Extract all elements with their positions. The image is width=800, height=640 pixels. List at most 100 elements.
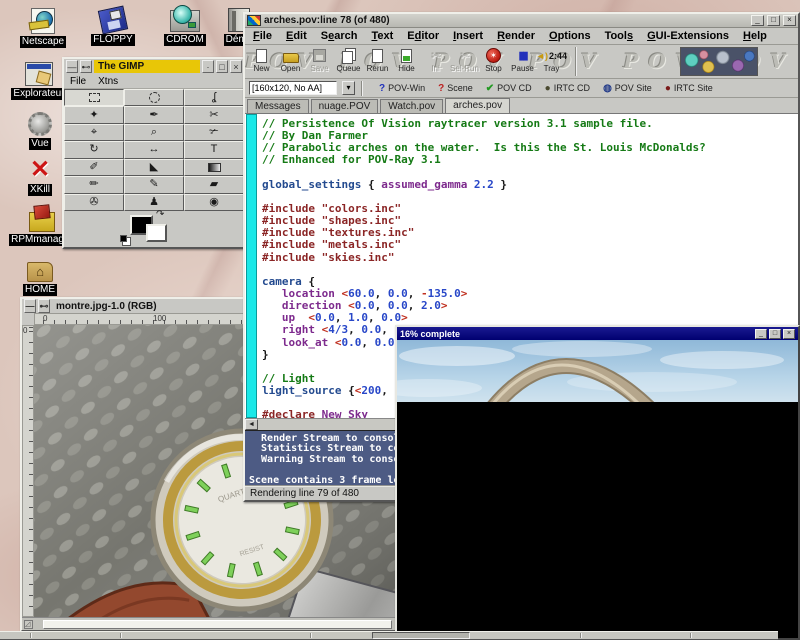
toolbar-new-button[interactable]: New xyxy=(247,46,276,73)
fuzzy-select-tool[interactable]: ✦ xyxy=(64,106,124,123)
irtc-cd-icon: ● xyxy=(545,83,551,94)
paintbrush-tool[interactable]: ✎ xyxy=(124,176,184,193)
eraser-tool[interactable]: ▰ xyxy=(184,176,244,193)
taskbar[interactable] xyxy=(0,631,778,640)
quick-button-pov-cd[interactable]: ✔POV CD xyxy=(486,83,532,94)
menu-tools[interactable]: Tools xyxy=(605,30,634,42)
dropdown-arrow-icon[interactable]: ▾ xyxy=(342,81,355,95)
toolbar-hide-button[interactable]: Hide xyxy=(392,46,421,73)
pin-icon[interactable]: ⊷ xyxy=(80,60,92,73)
airbrush-tool[interactable]: ✇ xyxy=(64,194,124,211)
menu-options[interactable]: Options xyxy=(549,30,591,42)
crop-tool[interactable]: ✃ xyxy=(184,124,244,141)
ellipse-select-tool[interactable] xyxy=(124,89,184,106)
menu-dot-icon[interactable]: · xyxy=(202,60,214,73)
hscroll-thumb[interactable] xyxy=(43,620,392,629)
taskbar-active-button[interactable] xyxy=(372,632,470,639)
shade-icon[interactable]: — xyxy=(66,60,78,73)
quick-button-irtc-site[interactable]: ●IRTC Site xyxy=(665,83,713,94)
quick-button-label: IRTC CD xyxy=(554,83,590,93)
default-colors-icon[interactable] xyxy=(120,235,127,242)
pencil-tool[interactable]: ✏ xyxy=(64,176,124,193)
menu-edit[interactable]: Edit xyxy=(286,30,307,42)
tab-arches-pov[interactable]: arches.pov xyxy=(445,98,510,113)
quick-button-label: POV Site xyxy=(615,83,652,93)
background-color-swatch[interactable] xyxy=(146,224,167,242)
toolbar-queue-button[interactable]: Queue xyxy=(334,46,363,73)
desktop-icon-xkill[interactable]: ✕ XKill xyxy=(12,158,68,196)
pov-cd-icon: ✔ xyxy=(486,83,494,94)
close-icon[interactable]: × xyxy=(230,60,242,73)
menu-render[interactable]: Render xyxy=(497,30,535,42)
minimize-icon[interactable]: _ xyxy=(755,329,767,339)
toolbar-ini-button[interactable]: ✄Ini xyxy=(421,46,450,73)
resize-grip-icon[interactable]: ◿ xyxy=(24,620,33,629)
menu-search[interactable]: Search xyxy=(321,30,358,42)
desktop-icon-floppy[interactable]: FLOPPY xyxy=(84,8,142,46)
maximize-icon[interactable]: □ xyxy=(216,60,228,73)
close-icon[interactable]: × xyxy=(783,15,796,26)
toolbar-open-button[interactable]: Open xyxy=(276,46,305,73)
toolbar-sel-run-button[interactable]: ✄Sel-Run xyxy=(450,46,479,73)
editor-margin-bar[interactable] xyxy=(246,114,257,418)
menu-editor[interactable]: Editor xyxy=(407,30,439,42)
resolution-dropdown[interactable]: [160x120, No AA] xyxy=(249,81,337,95)
desktop-icon-cdrom[interactable]: CDROM xyxy=(156,10,214,46)
gimp-menu-xtns[interactable]: Xtns xyxy=(98,76,118,87)
menu-file[interactable]: File xyxy=(253,30,272,42)
text-tool[interactable]: T xyxy=(184,141,244,158)
montre-hscrollbar[interactable]: ◿ xyxy=(22,617,398,630)
flip-tool[interactable]: ↔ xyxy=(124,141,184,158)
render-canvas xyxy=(397,340,798,638)
desktop-icon-vue[interactable]: Vue xyxy=(12,112,68,150)
toolbar-stop-button[interactable]: ✶Stop xyxy=(479,46,508,73)
magnify-tool[interactable]: ⌕ xyxy=(124,124,184,141)
menu-insert[interactable]: Insert xyxy=(453,30,483,42)
toolbar-separator xyxy=(575,47,577,76)
menu-help[interactable]: Help xyxy=(743,30,767,42)
minimize-icon[interactable]: _ xyxy=(751,15,764,26)
desktop-icon-home[interactable]: ⌂ HOME xyxy=(12,258,68,296)
swap-colors-icon[interactable]: ↷ xyxy=(156,209,164,220)
pin-icon[interactable]: ⊷ xyxy=(38,299,50,313)
rect-select-tool[interactable] xyxy=(64,89,124,106)
quick-button-irtc-cd[interactable]: ●IRTC CD xyxy=(545,83,590,94)
bucket-fill-tool[interactable]: ◣ xyxy=(124,159,184,176)
convolve-tool[interactable]: ◉ xyxy=(184,194,244,211)
shade-icon[interactable]: — xyxy=(24,299,36,313)
toolbar-save-button[interactable]: Save xyxy=(305,46,334,73)
close-icon[interactable]: × xyxy=(783,329,795,339)
tab-messages[interactable]: Messages xyxy=(247,99,309,113)
color-picker-tool[interactable]: ✐ xyxy=(64,159,124,176)
scissors-tool[interactable]: ✂ xyxy=(184,106,244,123)
maximize-icon[interactable]: □ xyxy=(767,15,780,26)
menu-gui-extensions[interactable]: GUI-Extensions xyxy=(647,30,729,42)
quick-button-pov-win[interactable]: ?POV-Win xyxy=(379,83,425,94)
quick-button-pov-site[interactable]: ◍POV Site xyxy=(603,83,652,94)
clone-tool[interactable]: ♟ xyxy=(124,194,184,211)
menu-text[interactable]: Text xyxy=(371,30,393,42)
blend-tool[interactable] xyxy=(184,159,244,176)
code-line: global_settings { assumed_gamma 2.2 } xyxy=(262,178,798,190)
scroll-left-icon[interactable]: ◄ xyxy=(245,419,258,430)
povray-titlebar[interactable]: arches.pov:line 78 (of 480) _ □ × xyxy=(245,14,798,28)
quick-button-scene[interactable]: ?Scene xyxy=(438,83,473,94)
toolbar-pause-button[interactable]: ▮▮Pause xyxy=(508,46,537,73)
toolbar-rerun-button[interactable]: Rerun xyxy=(363,46,392,73)
toolbar-tray-button[interactable]: ◄)2:44Tray xyxy=(537,46,566,73)
bezier-select-tool[interactable]: ✒ xyxy=(124,106,184,123)
tab-nuage-pov[interactable]: nuage.POV xyxy=(311,99,379,113)
icon-label: HOME xyxy=(23,284,57,296)
gimp-toolbox-window: — ⊷ The GIMP · □ × File Xtns ʆ ✦✒✂ ⌖⌕✃ ↻↔T ✐◣… xyxy=(62,57,246,249)
free-select-tool[interactable]: ʆ xyxy=(184,89,244,106)
maximize-icon[interactable]: □ xyxy=(769,329,781,339)
render-titlebar[interactable]: 16% complete _ □ × xyxy=(397,327,798,340)
gimp-titlebar[interactable]: — ⊷ The GIMP · □ × xyxy=(64,59,244,74)
move-tool[interactable]: ⌖ xyxy=(64,124,124,141)
desktop-icon-netscape[interactable]: Netscape xyxy=(14,8,72,48)
tab-watch-pov[interactable]: Watch.pov xyxy=(380,99,443,113)
vertical-ruler[interactable]: 0 xyxy=(22,325,34,617)
toolbar-button-label: Save xyxy=(305,64,334,73)
gimp-menu-file[interactable]: File xyxy=(70,76,86,87)
transform-tool[interactable]: ↻ xyxy=(64,141,124,158)
